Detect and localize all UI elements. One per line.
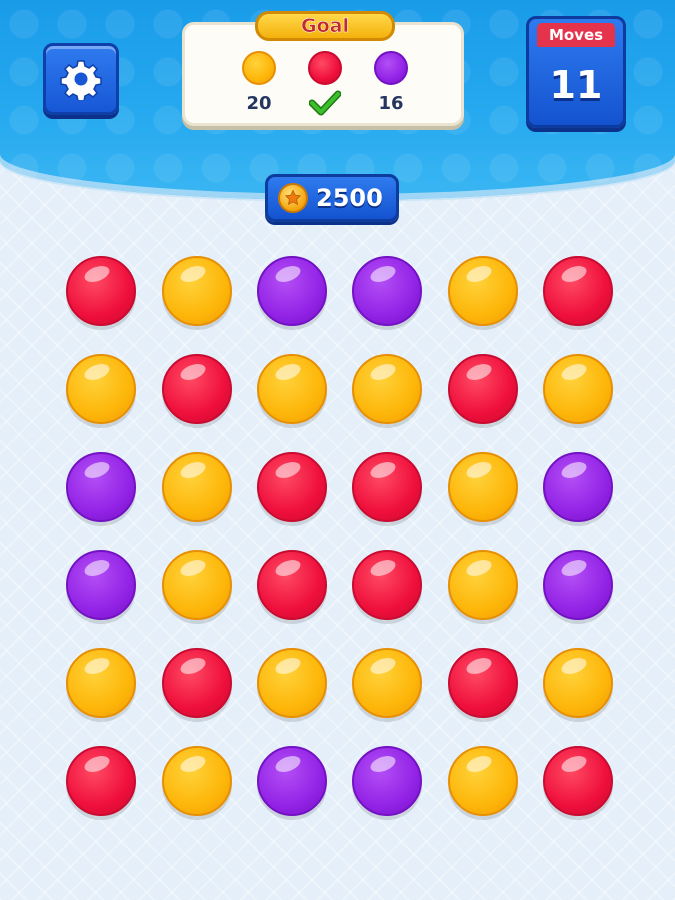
moves-label: Moves [537,23,615,47]
goal-count-yellow: 20 [246,92,272,114]
goal-item-purple: 16 [361,51,421,115]
purple-ball[interactable] [257,256,327,326]
yellow-ball[interactable] [543,648,613,718]
purple-ball[interactable] [352,746,422,816]
yellow-ball[interactable] [66,648,136,718]
moves-value: 11 [549,63,603,107]
yellow-ball[interactable] [352,354,422,424]
purple-ball[interactable] [352,256,422,326]
red-ball[interactable] [257,550,327,620]
yellow-ball[interactable] [162,746,232,816]
purple-ball[interactable] [543,452,613,522]
yellow-ball[interactable] [448,746,518,816]
gear-icon [60,60,102,100]
goal-title: Goal [255,11,395,41]
red-ball[interactable] [352,452,422,522]
yellow-ball[interactable] [448,550,518,620]
yellow-ball[interactable] [448,256,518,326]
yellow-ball[interactable] [448,452,518,522]
purple-ball[interactable] [543,550,613,620]
yellow-ball[interactable] [352,648,422,718]
moves-counter: Moves 11 [526,16,626,128]
red-ball[interactable] [543,256,613,326]
coin-balance[interactable]: 2500 [265,174,399,222]
coin-star-icon [278,183,308,213]
red-ball[interactable] [66,746,136,816]
red-ball[interactable] [448,648,518,718]
yellow-ball[interactable] [162,256,232,326]
red-ball[interactable] [543,746,613,816]
goal-item-yellow: 20 [229,51,289,115]
red-ball-icon [308,51,342,85]
purple-ball[interactable] [66,550,136,620]
red-ball[interactable] [352,550,422,620]
yellow-ball[interactable] [257,354,327,424]
red-ball[interactable] [162,354,232,424]
purple-ball[interactable] [66,452,136,522]
red-ball[interactable] [162,648,232,718]
yellow-ball[interactable] [543,354,613,424]
purple-ball[interactable] [257,746,327,816]
coin-value: 2500 [316,184,383,212]
goal-completed [295,90,355,116]
goal-count-purple: 16 [378,92,404,114]
goal-item-red [295,51,355,116]
yellow-ball[interactable] [162,550,232,620]
checkmark-icon [309,90,341,116]
red-ball[interactable] [257,452,327,522]
star-icon [284,189,302,206]
red-ball[interactable] [448,354,518,424]
yellow-ball-icon [242,51,276,85]
red-ball[interactable] [66,256,136,326]
yellow-ball[interactable] [257,648,327,718]
goal-panel: Goal 20 16 [182,11,464,126]
yellow-ball[interactable] [162,452,232,522]
yellow-ball[interactable] [66,354,136,424]
settings-button[interactable] [43,43,119,115]
purple-ball-icon [374,51,408,85]
